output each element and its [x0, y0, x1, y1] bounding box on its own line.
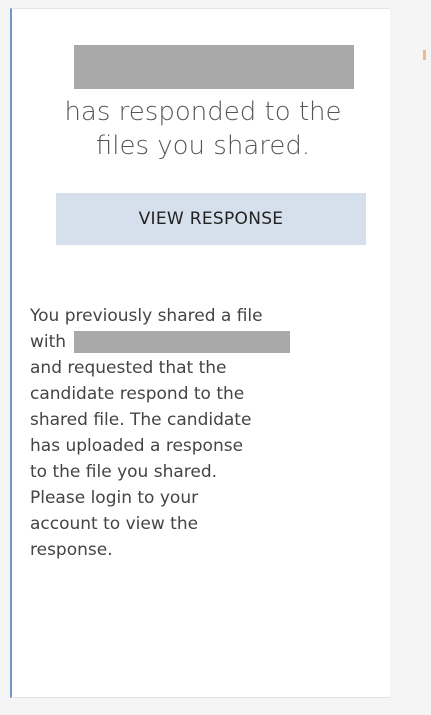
redacted-recipient-name	[74, 331, 291, 353]
email-viewport: has responded to the files you shared. V…	[0, 0, 431, 715]
notification-card: has responded to the files you shared. V…	[10, 8, 390, 698]
body-line: shared file. The candidate	[30, 410, 252, 430]
headline-line-2: files you shared.	[95, 131, 311, 161]
body-line: and requested that the	[30, 358, 227, 378]
body-line: response.	[30, 540, 113, 560]
body-line: with	[30, 332, 67, 352]
body-line: Please login to your	[30, 488, 199, 508]
body-line: You previously shared a file	[30, 306, 263, 326]
body-line: to the file you shared.	[30, 462, 218, 482]
message-body: You previously shared a file with and re…	[30, 303, 380, 563]
view-response-button[interactable]: VIEW RESPONSE	[56, 193, 366, 245]
body-line: account to view the	[30, 514, 199, 534]
redacted-sender-name	[74, 45, 354, 89]
headline-line-1: has responded to the	[64, 97, 342, 127]
body-line: has uploaded a response	[30, 436, 244, 456]
edge-marker	[423, 50, 426, 60]
body-line-with-redaction: with	[30, 329, 380, 355]
body-line: candidate respond to the	[30, 384, 245, 404]
